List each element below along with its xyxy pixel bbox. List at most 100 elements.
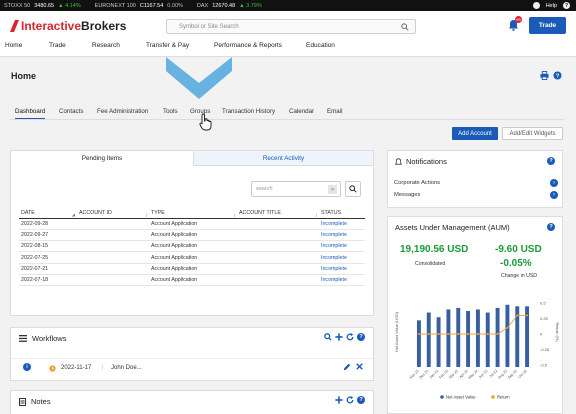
print-icon[interactable] — [540, 71, 549, 80]
edit-widgets-button[interactable]: Add/Edit Widgets — [502, 127, 563, 140]
ticker-item[interactable]: STOXX 50 3480.65 ▲ 4.14% — [4, 3, 81, 9]
cell-status-link[interactable]: Incomplete — [319, 218, 365, 230]
notifications-bell-icon[interactable]: 99 — [508, 16, 522, 31]
nav-bar — [426, 312, 431, 367]
tab-transaction-history[interactable]: Transaction History — [222, 108, 275, 115]
col-header-type[interactable]: TYPE | — [149, 209, 237, 219]
x-tick-label: Jan 22 — [429, 369, 439, 379]
nav-bar — [436, 317, 441, 367]
search-icon[interactable] — [401, 23, 409, 31]
tab-recent-activity[interactable]: Recent Activity — [193, 151, 373, 166]
workflow-item[interactable]: i 2022-11-17 | John Doe... — [11, 358, 373, 378]
cell-type: Account Application — [149, 251, 237, 264]
notes-title: Notes — [31, 397, 51, 406]
aum-change-percent: -0.05% — [500, 258, 532, 269]
help-icon[interactable]: ? — [357, 396, 365, 404]
add-account-button[interactable]: Add Account — [452, 127, 498, 140]
workflows-title: Workflows — [32, 334, 67, 343]
nav-bar — [475, 309, 480, 367]
table-row[interactable]: 2022-09-28 Account Application Incomplet… — [19, 218, 365, 230]
add-icon[interactable] — [335, 396, 343, 404]
pending-search-button[interactable] — [345, 181, 361, 197]
return-point — [476, 333, 479, 335]
help-icon[interactable]: ? — [547, 157, 555, 165]
brand-logo[interactable]: Interactive Brokers — [10, 19, 126, 33]
search-icon[interactable] — [324, 333, 332, 341]
clock-icon — [49, 365, 56, 372]
add-icon[interactable] — [335, 333, 343, 341]
chevron-down-icon — [166, 57, 232, 99]
cell-status-link[interactable]: Incomplete — [319, 274, 365, 287]
nav-home[interactable]: Home — [5, 42, 22, 49]
y2-tick-label: -0.5 — [540, 363, 548, 368]
col-header-status[interactable]: STATUS — [319, 209, 365, 219]
y2-tick-label: 0.25 — [540, 316, 549, 321]
y2-tick-label: 0 — [540, 332, 543, 337]
refresh-icon[interactable] — [346, 396, 354, 404]
cell-status-link[interactable]: Incomplete — [319, 251, 365, 264]
notification-item-corporate-actions[interactable]: Corporate Actions › — [394, 179, 558, 187]
info-icon[interactable]: i — [23, 363, 31, 371]
aum-consolidated-label: Consolidated — [415, 261, 446, 267]
cell-status-link[interactable]: Incomplete — [319, 229, 365, 242]
table-row[interactable]: 2022-07-25 Account Application Incomplet… — [19, 251, 365, 264]
tab-calendar[interactable]: Calendar — [289, 108, 314, 115]
ticker-item[interactable]: DAX 12670.48 ▲ 3.79% — [197, 3, 262, 9]
cell-account-title — [237, 251, 319, 264]
nav-performance-reports[interactable]: Performance & Reports — [214, 42, 282, 49]
clear-search-icon[interactable]: ✕ — [328, 185, 337, 194]
help-icon[interactable]: ? — [357, 333, 365, 341]
cell-date: 2022-07-21 — [19, 263, 77, 275]
help-circle-icon[interactable]: ? — [553, 71, 562, 80]
page-header: Home ? — [0, 56, 576, 93]
help-icon[interactable]: ? — [563, 2, 570, 9]
cell-date: 2022-09-27 — [19, 229, 77, 242]
edit-pencil-icon[interactable] — [343, 363, 351, 371]
ticker-item[interactable]: EURONEXT 100 C1167.54 0.00% — [95, 3, 183, 9]
aum-chart: Net Asset Value (USD) Return (%) 0.5 0.25 0 -… — [394, 301, 560, 400]
aum-panel: Assets Under Management (AUM) ? 19,190.5… — [387, 216, 563, 414]
cell-type: Account Application — [149, 229, 237, 242]
table-row[interactable]: 2022-07-21 Account Application Incomplet… — [19, 263, 365, 275]
help-icon[interactable]: ? — [547, 223, 555, 231]
arrow-right-icon[interactable]: › — [550, 179, 558, 187]
help-link[interactable]: Help — [546, 3, 557, 9]
notes-icon — [19, 397, 26, 406]
workflow-date: 2022-11-17 — [61, 365, 92, 371]
nav-transfer-pay[interactable]: Transfer & Pay — [146, 42, 189, 49]
user-icon[interactable] — [532, 2, 540, 9]
col-header-account-id[interactable]: ACCOUNT ID | — [77, 209, 149, 219]
tab-contacts[interactable]: Contacts — [59, 108, 83, 115]
trade-button[interactable]: Trade — [529, 17, 566, 34]
ticker-value: C1167.54 — [139, 2, 164, 9]
notification-item-messages[interactable]: Messages › — [394, 191, 558, 199]
ticker-change: 0.00% — [167, 2, 183, 9]
tab-fee-administration[interactable]: Fee Administration — [97, 108, 148, 115]
tab-email[interactable]: Email — [327, 108, 342, 115]
table-row[interactable]: 2022-08-15 Account Application Incomplet… — [19, 240, 365, 253]
x-tick-label: Sep 22 — [507, 369, 518, 380]
cell-type: Account Application — [149, 218, 237, 230]
pending-search-input[interactable]: search ✕ — [251, 181, 341, 197]
brand-name-part1: Interactive — [21, 19, 82, 33]
nav-trade[interactable]: Trade — [49, 42, 66, 49]
nav-research[interactable]: Research — [92, 42, 120, 49]
table-row[interactable]: 2022-07-18 Account Application Incomplet… — [19, 274, 365, 287]
col-header-date[interactable]: DATE ◢ — [19, 209, 77, 219]
cell-status-link[interactable]: Incomplete — [319, 240, 365, 253]
tab-pending-items[interactable]: Pending Items — [11, 151, 193, 166]
refresh-icon[interactable] — [346, 333, 354, 341]
notifications-panel: Notifications ? Corporate Actions › Mess… — [387, 150, 563, 208]
tab-tools[interactable]: Tools — [163, 108, 177, 115]
return-line — [418, 314, 528, 335]
cell-status-link[interactable]: Incomplete — [319, 263, 365, 275]
close-icon[interactable] — [356, 363, 363, 370]
table-row[interactable]: 2022-09-27 Account Application Incomplet… — [19, 229, 365, 242]
site-search-input[interactable]: Symbol or Site Search — [166, 19, 416, 34]
cell-account-id — [77, 251, 149, 264]
col-header-account-title[interactable]: ACCOUNT TITLE | — [237, 209, 319, 219]
nav-education[interactable]: Education — [306, 42, 335, 49]
arrow-right-icon[interactable]: › — [550, 191, 558, 199]
ticker-name: EURONEXT 100 — [94, 2, 136, 9]
return-point — [467, 333, 470, 335]
